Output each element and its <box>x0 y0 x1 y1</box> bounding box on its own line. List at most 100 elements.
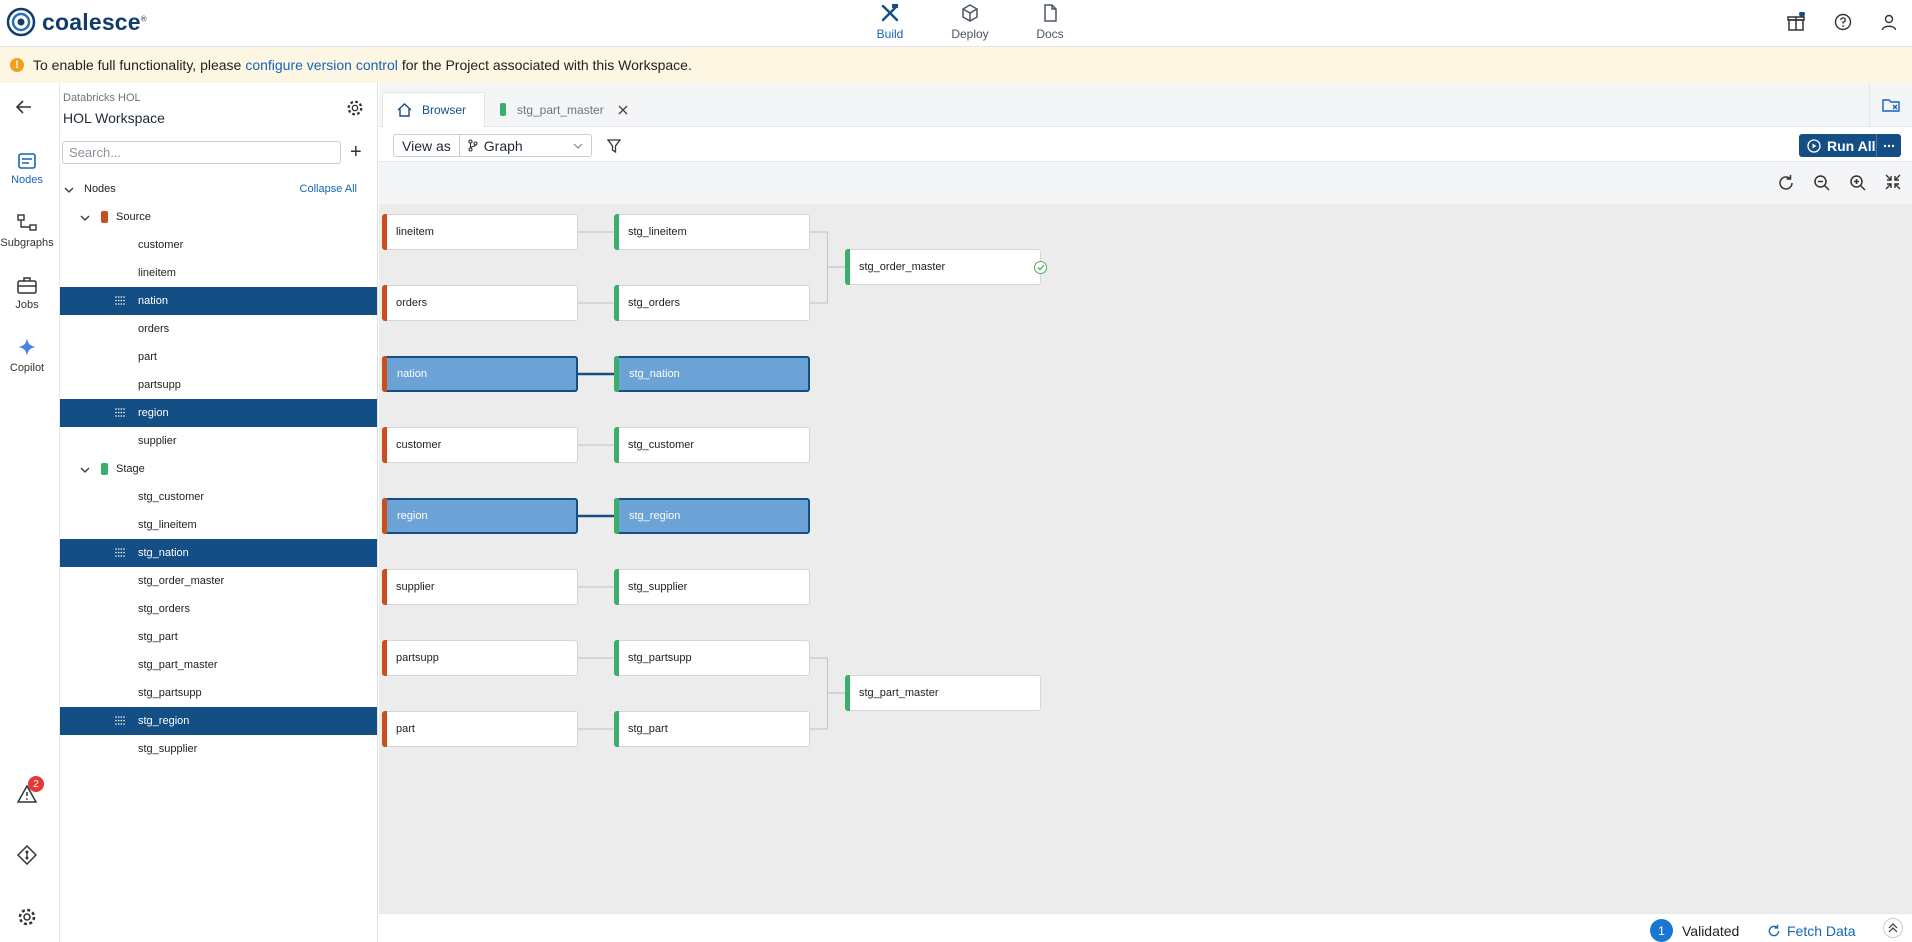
rail-jobs[interactable]: Jobs <box>0 276 54 311</box>
drag-handle-icon[interactable] <box>115 548 125 557</box>
run-all-label: Run All <box>1827 137 1876 154</box>
fetch-data-button[interactable]: Fetch Data <box>1767 923 1855 939</box>
tree-item-label: stg_order_master <box>138 575 225 587</box>
tab-browser[interactable]: Browser <box>382 92 485 127</box>
graph-node-nation[interactable]: nation <box>382 356 578 392</box>
tree-item-stg-orders[interactable]: stg_orders <box>60 595 377 623</box>
graph-canvas[interactable]: lineitem stg_lineitem stg_order_masterorde… <box>379 162 1912 913</box>
view-as-label: View as <box>394 135 460 156</box>
graph-node-stg-orders[interactable]: stg_orders <box>614 285 810 321</box>
rail-copilot[interactable]: Copilot <box>0 337 54 374</box>
tree-item-stg-region[interactable]: stg_region <box>60 707 377 735</box>
close-tab-button[interactable] <box>618 105 628 115</box>
node-type-bar <box>845 249 850 285</box>
node-type-bar <box>382 356 387 392</box>
tree-item-region[interactable]: region <box>60 399 377 427</box>
tab-bar: Browser stg_part_master <box>379 83 1912 127</box>
workspace-name: HOL Workspace <box>63 110 165 126</box>
drag-handle-icon[interactable] <box>115 296 125 305</box>
git-button[interactable] <box>15 843 39 867</box>
view-as-select[interactable]: Graph <box>460 138 591 154</box>
back-button[interactable] <box>16 100 32 114</box>
filter-icon <box>607 139 621 153</box>
node-type-bar <box>382 569 387 605</box>
drag-handle-icon[interactable] <box>115 408 125 417</box>
banner-text-end: for the Project associated with this Wor… <box>401 57 692 73</box>
graph-node-stg-partsupp[interactable]: stg_partsupp <box>614 640 810 676</box>
graph-node-stg-supplier[interactable]: stg_supplier <box>614 569 810 605</box>
docs-icon <box>1040 3 1060 23</box>
tree-item-partsupp[interactable]: partsupp <box>60 371 377 399</box>
add-node-button[interactable]: + <box>350 142 362 162</box>
close-browser-button[interactable] <box>1869 83 1912 127</box>
run-all-button[interactable]: Run All <box>1799 134 1901 157</box>
version-control-banner: ! To enable full functionality, please c… <box>0 47 1912 83</box>
tree-item-stg-nation[interactable]: stg_nation <box>60 539 377 567</box>
tree-group-source[interactable]: Source <box>60 203 377 231</box>
tree-item-stg-supplier[interactable]: stg_supplier <box>60 735 377 763</box>
tree-item-stg-partsupp[interactable]: stg_partsupp <box>60 679 377 707</box>
logo[interactable]: coalesce® <box>6 7 147 37</box>
run-options-button[interactable] <box>1876 134 1901 157</box>
gift-button[interactable] <box>1785 11 1807 33</box>
tree-root-nodes[interactable]: Nodes Collapse All <box>60 175 377 203</box>
tree-item-orders[interactable]: orders <box>60 315 377 343</box>
tree-item-stg-part-master[interactable]: stg_part_master <box>60 651 377 679</box>
configure-version-control-link[interactable]: configure version control <box>245 57 398 73</box>
help-button[interactable] <box>1832 11 1854 33</box>
chevron-down-icon <box>80 213 90 223</box>
graph-node-supplier[interactable]: supplier <box>382 569 578 605</box>
rail-subgraphs[interactable]: Subgraphs <box>0 214 54 249</box>
graph-node-stg-customer[interactable]: stg_customer <box>614 427 810 463</box>
tree-item-part[interactable]: part <box>60 343 377 371</box>
tree-item-lineitem[interactable]: lineitem <box>60 259 377 287</box>
graph-node-stg-part-master[interactable]: stg_part_master <box>845 675 1041 711</box>
tree-item-supplier[interactable]: supplier <box>60 427 377 455</box>
tree-item-stg-lineitem[interactable]: stg_lineitem <box>60 511 377 539</box>
expand-panel-button[interactable] <box>1883 918 1903 938</box>
graph-node-customer[interactable]: customer <box>382 427 578 463</box>
tree-item-label: nation <box>138 295 168 307</box>
tree-item-label: stg_supplier <box>138 743 198 755</box>
user-button[interactable] <box>1878 11 1900 33</box>
graph-node-partsupp[interactable]: partsupp <box>382 640 578 676</box>
graph-node-region[interactable]: region <box>382 498 578 534</box>
filter-button[interactable] <box>607 139 621 153</box>
logo-text: coalesce® <box>42 8 147 35</box>
graph-node-label: stg_nation <box>629 368 680 380</box>
tree-item-nation[interactable]: nation <box>60 287 377 315</box>
graph-node-stg-part[interactable]: stg_part <box>614 711 810 747</box>
tree-group-stage[interactable]: Stage <box>60 455 377 483</box>
node-type-swatch <box>101 463 108 475</box>
tree-item-stg-part[interactable]: stg_part <box>60 623 377 651</box>
graph-node-stg-region[interactable]: stg_region <box>614 498 810 534</box>
node-type-bar <box>614 498 619 534</box>
graph-node-stg-order-master[interactable]: stg_order_master <box>845 249 1047 285</box>
tree-item-stg-order-master[interactable]: stg_order_master <box>60 567 377 595</box>
validated-status[interactable]: 1 Validated <box>1650 919 1739 942</box>
nav-deploy[interactable]: Deploy <box>935 3 1005 45</box>
tab-stg-part-master[interactable]: stg_part_master <box>494 92 644 127</box>
nav-build[interactable]: Build <box>855 3 925 45</box>
settings-button[interactable] <box>15 905 39 929</box>
tree-item-label: stg_partsupp <box>138 687 202 699</box>
rail-nodes[interactable]: Nodes <box>0 153 54 186</box>
graph-node-part[interactable]: part <box>382 711 578 747</box>
graph-node-label: nation <box>397 368 427 380</box>
nav-docs[interactable]: Docs <box>1015 3 1085 45</box>
graph-node-orders[interactable]: orders <box>382 285 578 321</box>
graph-node-lineitem[interactable]: lineitem <box>382 214 578 250</box>
drag-handle-icon[interactable] <box>115 716 125 725</box>
node-search-input[interactable] <box>62 141 341 164</box>
node-tree: Nodes Collapse All Source customer lineite… <box>60 175 377 763</box>
chevron-down-icon <box>64 185 74 195</box>
graph-node-stg-nation[interactable]: stg_nation <box>614 356 810 392</box>
graph-edge <box>810 692 845 730</box>
tree-item-stg-customer[interactable]: stg_customer <box>60 483 377 511</box>
gift-icon <box>1786 12 1806 32</box>
tree-item-customer[interactable]: customer <box>60 231 377 259</box>
graph-node-stg-lineitem[interactable]: stg_lineitem <box>614 214 810 250</box>
tree-group-label: Source <box>116 211 151 223</box>
workspace-settings-button[interactable] <box>346 99 364 117</box>
collapse-all-button[interactable]: Collapse All <box>300 183 357 195</box>
